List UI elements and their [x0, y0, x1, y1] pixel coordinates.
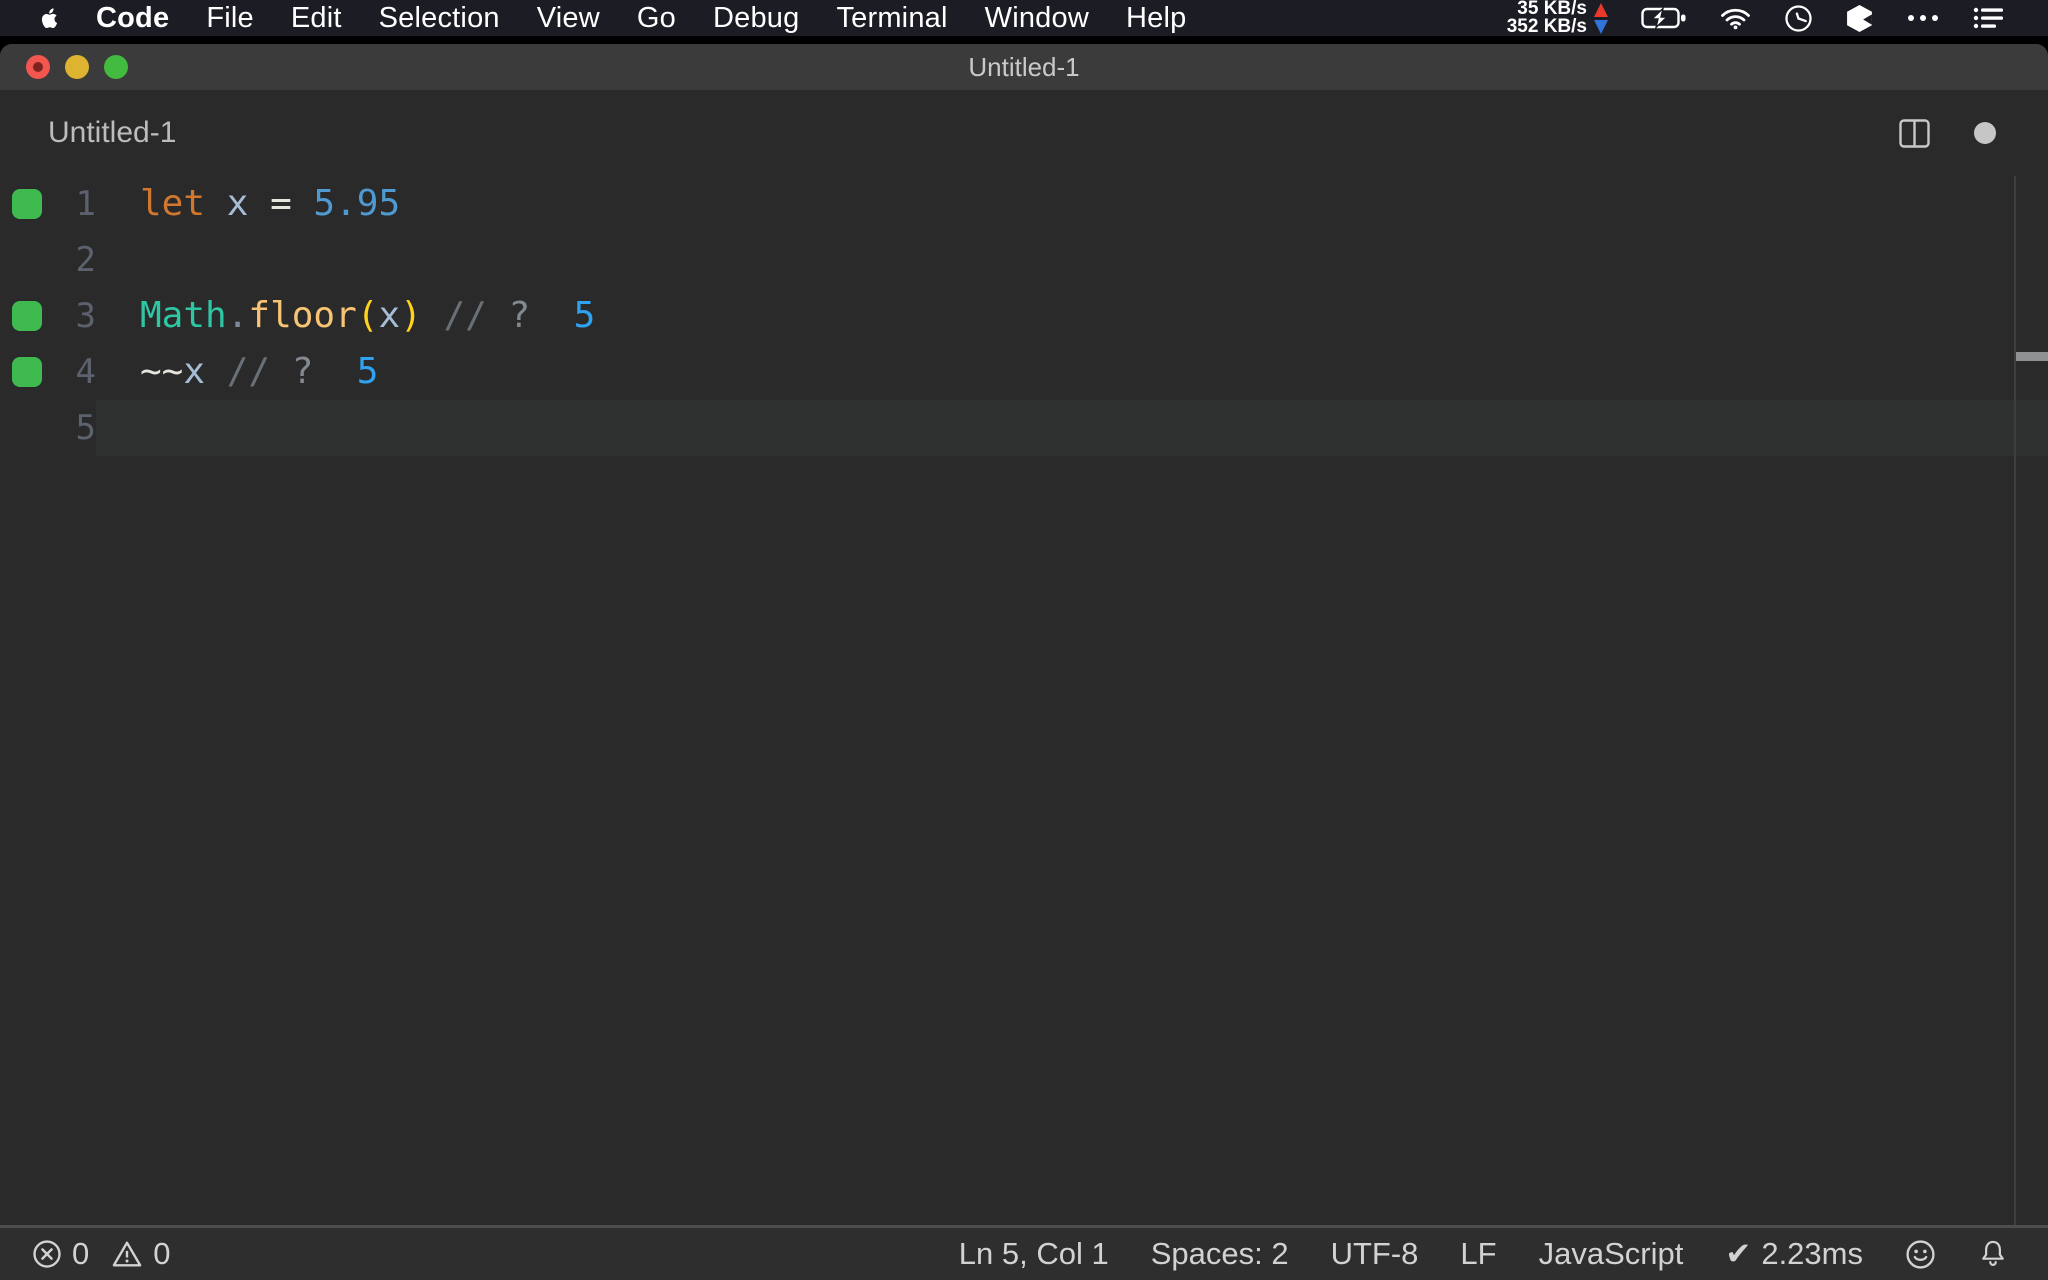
- gutter-spacer: [0, 232, 48, 288]
- code-line-content[interactable]: Math.floor(x) // ? 5: [96, 288, 2048, 344]
- quokka-time-indicator[interactable]: ✔ 2.23ms: [1725, 1236, 1863, 1272]
- code-line-content[interactable]: ~~x // ? 5: [96, 344, 2048, 400]
- gutter-spacer: [0, 400, 48, 456]
- list-menu-icon[interactable]: [1973, 6, 2004, 30]
- eol-indicator[interactable]: LF: [1460, 1236, 1496, 1272]
- split-editor-icon[interactable]: [1899, 118, 1930, 148]
- code-token: x: [378, 295, 401, 336]
- tab-untitled-1[interactable]: Untitled-1: [48, 116, 176, 150]
- apple-logo-icon[interactable]: [36, 5, 59, 32]
- window-titlebar: Untitled-1: [0, 44, 2048, 90]
- error-count: 0: [72, 1236, 90, 1271]
- code-token: ?: [508, 295, 531, 336]
- code-line-content[interactable]: [96, 232, 2048, 288]
- line-number[interactable]: 2: [48, 232, 96, 288]
- indentation-indicator[interactable]: Spaces: 2: [1151, 1236, 1289, 1272]
- language-indicator[interactable]: JavaScript: [1539, 1236, 1684, 1272]
- code-token: 5: [313, 351, 379, 392]
- menubar-menus: Code File Edit Selection View Go Debug T…: [36, 2, 1186, 35]
- quokka-coverage-marker: [0, 288, 48, 344]
- code-token: //: [205, 351, 292, 392]
- menubar-item-code[interactable]: Code: [96, 2, 169, 35]
- vscode-window: Untitled-1 Untitled-1 1 let x = 5.95 2 3 Mat…: [0, 44, 2048, 1280]
- clock-icon[interactable]: [1784, 4, 1813, 33]
- code-line[interactable]: 5: [0, 400, 2048, 456]
- code-token: =: [270, 183, 314, 224]
- line-number[interactable]: 3: [48, 288, 96, 344]
- overview-ruler-marker: [2016, 352, 2048, 361]
- code-token: //: [421, 295, 509, 336]
- cube-app-icon[interactable]: [1846, 4, 1873, 33]
- problems-indicator[interactable]: 0 0: [32, 1236, 171, 1272]
- error-circle-icon: [32, 1239, 62, 1269]
- macos-menubar: Code File Edit Selection View Go Debug T…: [0, 0, 2048, 36]
- code-line[interactable]: 4 ~~x // ? 5: [0, 344, 2048, 400]
- network-down-speed: 352 KB/s: [1506, 16, 1587, 37]
- code-token: 5.95: [313, 183, 401, 224]
- minimize-button[interactable]: [65, 55, 89, 79]
- code-line-content[interactable]: let x = 5.95: [96, 176, 2048, 232]
- code-token: ~~: [140, 351, 184, 392]
- close-button[interactable]: [26, 55, 50, 79]
- statusbar: 0 0 Ln 5, Col 1 Spaces: 2 UTF-8 LF JavaS…: [0, 1225, 2048, 1280]
- statusbar-right: Ln 5, Col 1 Spaces: 2 UTF-8 LF JavaScrip…: [959, 1236, 2008, 1272]
- menubar-item-selection[interactable]: Selection: [379, 2, 500, 35]
- quokka-coverage-marker: [0, 344, 48, 400]
- bell-notifications-icon[interactable]: [1978, 1238, 2008, 1270]
- code-token: ?: [291, 351, 314, 392]
- menubar-item-help[interactable]: Help: [1126, 2, 1186, 35]
- line-number[interactable]: 1: [48, 176, 96, 232]
- code-token: let: [140, 183, 206, 224]
- code-token: (: [356, 295, 379, 336]
- code-lines: 1 let x = 5.95 2 3 Math.floor(x) // ? 5 4 ~~x …: [0, 176, 2048, 456]
- download-arrow-icon: [1594, 19, 1608, 34]
- line-number[interactable]: 5: [48, 400, 96, 456]
- menubar-item-window[interactable]: Window: [985, 2, 1089, 35]
- zoom-button[interactable]: [104, 55, 128, 79]
- code-token: x: [205, 183, 271, 224]
- code-line[interactable]: 1 let x = 5.95: [0, 176, 2048, 232]
- code-token: Math: [140, 295, 227, 336]
- code-line-content[interactable]: [96, 400, 2048, 456]
- warning-triangle-icon: [111, 1239, 143, 1269]
- encoding-indicator[interactable]: UTF-8: [1331, 1236, 1419, 1272]
- line-number[interactable]: 4: [48, 344, 96, 400]
- menubar-item-debug[interactable]: Debug: [713, 2, 799, 35]
- window-title: Untitled-1: [968, 51, 1080, 82]
- menubar-item-go[interactable]: Go: [637, 2, 676, 35]
- overview-ruler-scrollbar[interactable]: [2014, 176, 2048, 1225]
- ellipsis-icon[interactable]: [1906, 13, 1940, 23]
- code-token: 5: [530, 295, 596, 336]
- editor-header-actions: [1899, 90, 1996, 176]
- quokka-coverage-marker: [0, 176, 48, 232]
- code-line[interactable]: 3 Math.floor(x) // ? 5: [0, 288, 2048, 344]
- editor-header: Untitled-1: [0, 90, 2048, 176]
- code-token: floor: [248, 295, 357, 336]
- code-token: ): [400, 295, 422, 336]
- code-token: x: [183, 351, 206, 392]
- warning-count: 0: [153, 1236, 171, 1271]
- code-editor[interactable]: 1 let x = 5.95 2 3 Math.floor(x) // ? 5 4 ~~x …: [0, 176, 2048, 1225]
- line-col-indicator[interactable]: Ln 5, Col 1: [959, 1236, 1109, 1272]
- wifi-icon[interactable]: [1720, 6, 1751, 30]
- code-token: .: [226, 295, 249, 336]
- menubar-item-terminal[interactable]: Terminal: [836, 2, 947, 35]
- menubar-item-edit[interactable]: Edit: [291, 2, 342, 35]
- traffic-lights: [26, 44, 128, 90]
- battery-charging-icon[interactable]: [1641, 6, 1687, 30]
- quokka-time-value: 2.23ms: [1761, 1236, 1863, 1271]
- code-line[interactable]: 2: [0, 232, 2048, 288]
- upload-arrow-icon: [1594, 2, 1608, 17]
- check-icon: ✔: [1725, 1236, 1752, 1271]
- menubar-item-view[interactable]: View: [537, 2, 600, 35]
- unsaved-dirty-dot-icon[interactable]: [1974, 122, 1996, 144]
- smiley-feedback-icon[interactable]: [1905, 1239, 1936, 1270]
- network-speed-indicator[interactable]: 35 KB/s 352 KB/s: [1507, 0, 1608, 36]
- menubar-status-icons: 35 KB/s 352 KB/s: [1507, 0, 2004, 36]
- menubar-item-file[interactable]: File: [206, 2, 254, 35]
